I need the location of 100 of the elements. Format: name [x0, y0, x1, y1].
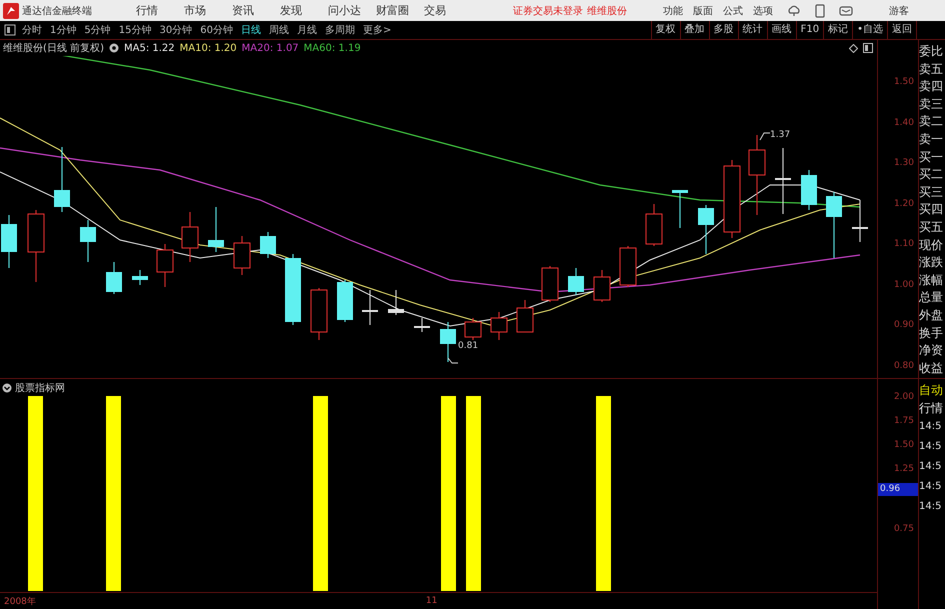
cloud-icon[interactable] [787, 4, 801, 18]
chart-title: 维维股份(日线 前复权) [3, 42, 104, 55]
menu-item[interactable]: 资讯 [232, 3, 276, 18]
menu-item[interactable]: 功能 [663, 4, 683, 18]
panel-icon[interactable] [4, 24, 16, 36]
menu-item[interactable]: 公式 [723, 4, 743, 18]
candlestick [1, 214, 17, 268]
trade-time: 14:5 [919, 460, 942, 474]
toolbar-button[interactable]: •自选 [852, 21, 887, 39]
menu-item[interactable]: 发现 [280, 3, 324, 18]
candlestick [646, 204, 662, 246]
indicator-tick: 1.50 [892, 439, 914, 451]
menu-item[interactable]: 版面 [693, 4, 713, 18]
toolbar-button[interactable]: 标记 [823, 21, 852, 39]
trade-time: 14:5 [919, 420, 942, 434]
indicator-tick: 1.75 [892, 415, 914, 427]
trade-time: 14:5 [919, 500, 942, 514]
quote-field-label: 换手 [919, 324, 944, 342]
candlestick [568, 268, 584, 296]
ticker-header[interactable]: 自动 [919, 382, 945, 400]
menu-item[interactable]: 选项 [753, 4, 773, 18]
toolbar-button[interactable]: 多股 [708, 21, 738, 39]
toolbar-button[interactable]: 统计 [738, 21, 767, 39]
phone-icon[interactable] [815, 4, 825, 18]
toolbar-button[interactable]: 画线 [766, 21, 796, 39]
ma-legend: MA5: 1.22 [124, 42, 175, 54]
quote-field-label: 买五 [919, 218, 944, 236]
panel-icon[interactable] [863, 43, 873, 53]
menu-item[interactable]: 行情 [136, 3, 180, 18]
mail-icon[interactable] [839, 4, 853, 16]
indicator-title: 股票指标网 [15, 382, 65, 394]
quote-field-label: 涨跌 [919, 254, 944, 272]
high-price-label: 1.37 [770, 130, 790, 140]
indicator-tick: 2.00 [892, 391, 914, 403]
candlestick [775, 148, 791, 214]
candlestick [388, 290, 404, 316]
app-title: 通达信金融终端 [22, 4, 93, 18]
diamond-icon[interactable] [849, 44, 858, 52]
candlestick [801, 170, 817, 210]
toolbar-button[interactable]: 返回 [887, 21, 916, 39]
date-label: 11 [426, 596, 438, 606]
quote-field-label: 外盘 [919, 306, 944, 324]
ma-legend: MA20: 1.07 [242, 42, 299, 54]
period-tab[interactable]: 日线 [240, 23, 261, 37]
candlestick [440, 322, 456, 362]
candlestick [594, 270, 610, 302]
period-tab[interactable]: 多周期 [324, 23, 355, 37]
menu-item[interactable]: 市场 [184, 3, 228, 18]
cursor-value-label: 0.96 [878, 483, 918, 496]
candlestick [464, 318, 482, 340]
candlestick [80, 220, 96, 262]
period-tab[interactable]: 5分钟 [84, 23, 111, 37]
toolbar-button[interactable]: 叠加 [680, 21, 709, 39]
period-tab[interactable]: 1分钟 [50, 23, 76, 37]
stock-name: 维维股份 [587, 4, 627, 18]
candlestick [208, 206, 224, 252]
period-tab[interactable]: 月线 [296, 23, 317, 37]
price-tick: 1.30 [892, 157, 914, 170]
menu-item[interactable]: 问小达 [328, 3, 372, 18]
user-label[interactable]: 游客 [889, 4, 909, 18]
price-tick: 1.20 [892, 198, 914, 210]
quote-field-label: 卖三 [919, 96, 944, 113]
toolbar-button[interactable]: F10 [796, 21, 824, 39]
quote-field-label: 现价 [919, 236, 944, 254]
candlestick [54, 146, 70, 212]
candlestick [362, 290, 378, 326]
period-tab[interactable]: 60分钟 [200, 23, 233, 37]
candlestick [852, 200, 868, 242]
candlestick [542, 266, 558, 302]
period-tab[interactable]: 分时 [22, 23, 42, 37]
period-tab[interactable]: 30分钟 [159, 23, 192, 37]
quote-field-label: 总量 [919, 289, 944, 306]
ma-legend: MA10: 1.20 [180, 42, 237, 54]
period-tab[interactable]: 更多> [362, 23, 392, 37]
chevron-icon[interactable] [2, 382, 12, 392]
quote-field-label: 涨幅 [919, 272, 944, 289]
period-tab[interactable]: 周线 [268, 23, 289, 37]
price-tick: 0.90 [892, 319, 914, 332]
candlestick [826, 192, 842, 258]
indicator-tick: 0.75 [892, 523, 914, 535]
candlestick [516, 300, 534, 332]
candlestick [234, 236, 250, 276]
quote-field-label: 净资 [919, 342, 944, 360]
settings-icon[interactable] [108, 43, 119, 53]
leader-line [760, 132, 770, 140]
period-tab[interactable]: 15分钟 [118, 23, 152, 37]
quote-field-label: 买二 [919, 166, 944, 184]
menu-item[interactable]: 财富圈 [376, 3, 420, 18]
login-status[interactable]: 证券交易未登录 [513, 4, 583, 18]
ticker-header[interactable]: 行情 [919, 400, 945, 418]
quote-field-label: 卖四 [919, 78, 944, 96]
quote-field-label: 卖一 [919, 130, 944, 148]
candlestick [490, 312, 508, 340]
price-tick: 1.40 [892, 116, 914, 129]
price-tick: 1.00 [892, 278, 914, 291]
toolbar-button[interactable]: 复权 [650, 21, 680, 39]
trade-time: 14:5 [919, 440, 942, 454]
quote-field-label: 卖五 [919, 60, 944, 78]
ma-legend: MA60: 1.19 [304, 42, 361, 54]
menu-item[interactable]: 交易 [424, 3, 468, 18]
